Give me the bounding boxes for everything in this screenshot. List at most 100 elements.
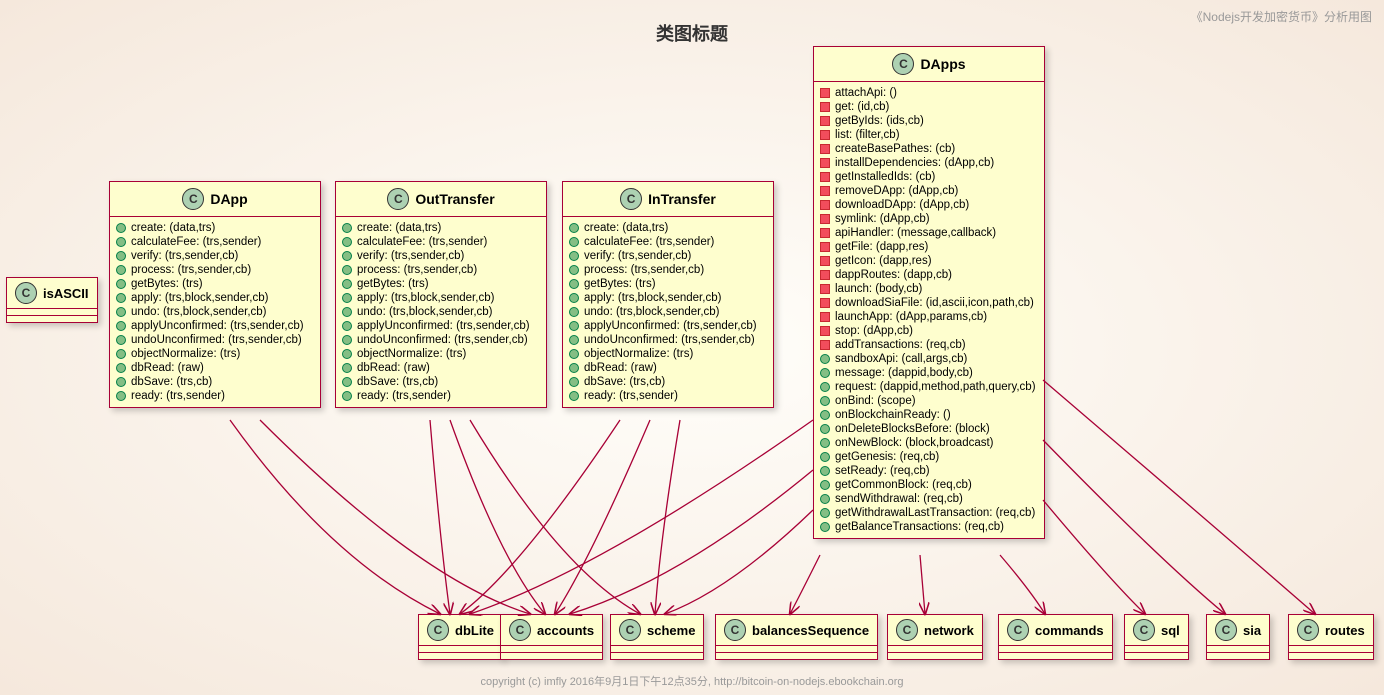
member-signature: undoUnconfirmed: (trs,sender,cb) xyxy=(584,334,755,346)
member-signature: applyUnconfirmed: (trs,sender,cb) xyxy=(584,320,757,332)
member-row: sendWithdrawal: (req,cb) xyxy=(820,492,1038,506)
public-icon xyxy=(820,396,830,406)
member-signature: process: (trs,sender,cb) xyxy=(357,264,477,276)
private-icon xyxy=(820,158,830,168)
public-icon xyxy=(116,307,126,317)
class-isASCII: CisASCII xyxy=(6,277,98,323)
class-name: scheme xyxy=(647,623,695,638)
member-row: getBytes: (trs) xyxy=(116,277,314,291)
public-icon xyxy=(342,237,352,247)
member-signature: process: (trs,sender,cb) xyxy=(584,264,704,276)
member-signature: downloadDApp: (dApp,cb) xyxy=(835,199,969,211)
member-row: applyUnconfirmed: (trs,sender,cb) xyxy=(116,319,314,333)
member-row: undo: (trs,block,sender,cb) xyxy=(342,305,540,319)
member-signature: calculateFee: (trs,sender) xyxy=(584,236,714,248)
member-row: applyUnconfirmed: (trs,sender,cb) xyxy=(569,319,767,333)
public-icon xyxy=(342,349,352,359)
public-icon xyxy=(342,265,352,275)
member-signature: removeDApp: (dApp,cb) xyxy=(835,185,958,197)
class-InTransfer: CInTransfer create: (data,trs)calculateF… xyxy=(562,181,774,408)
member-signature: undoUnconfirmed: (trs,sender,cb) xyxy=(357,334,528,346)
member-signature: getBytes: (trs) xyxy=(584,278,656,290)
public-icon xyxy=(820,522,830,532)
member-row: symlink: (dApp,cb) xyxy=(820,212,1038,226)
public-icon xyxy=(569,391,579,401)
private-icon xyxy=(820,186,830,196)
member-signature: process: (trs,sender,cb) xyxy=(131,264,251,276)
public-icon xyxy=(116,265,126,275)
class-name: InTransfer xyxy=(648,191,716,207)
member-signature: create: (data,trs) xyxy=(131,222,215,234)
public-icon xyxy=(820,508,830,518)
class-name: commands xyxy=(1035,623,1104,638)
member-row: dbSave: (trs,cb) xyxy=(116,375,314,389)
private-icon xyxy=(820,200,830,210)
public-icon xyxy=(116,377,126,387)
member-signature: stop: (dApp,cb) xyxy=(835,325,913,337)
diagram-title: 类图标题 xyxy=(656,20,728,46)
member-signature: ready: (trs,sender) xyxy=(584,390,678,402)
member-row: process: (trs,sender,cb) xyxy=(116,263,314,277)
public-icon xyxy=(569,321,579,331)
class-icon: C xyxy=(724,619,746,641)
member-signature: getIcon: (dapp,res) xyxy=(835,255,932,267)
class-icon: C xyxy=(1297,619,1319,641)
member-signature: get: (id,cb) xyxy=(835,101,889,113)
member-signature: create: (data,trs) xyxy=(357,222,441,234)
member-row: setReady: (req,cb) xyxy=(820,464,1038,478)
public-icon xyxy=(342,363,352,373)
public-icon xyxy=(820,410,830,420)
member-row: dappRoutes: (dapp,cb) xyxy=(820,268,1038,282)
member-row: getFile: (dapp,res) xyxy=(820,240,1038,254)
member-row: verify: (trs,sender,cb) xyxy=(342,249,540,263)
member-signature: attachApi: () xyxy=(835,87,897,99)
member-signature: getWithdrawalLastTransaction: (req,cb) xyxy=(835,507,1035,519)
public-icon xyxy=(116,363,126,373)
member-row: applyUnconfirmed: (trs,sender,cb) xyxy=(342,319,540,333)
private-icon xyxy=(820,242,830,252)
member-signature: downloadSiaFile: (id,ascii,icon,path,cb) xyxy=(835,297,1034,309)
member-row: calculateFee: (trs,sender) xyxy=(116,235,314,249)
private-icon xyxy=(820,228,830,238)
class-icon: C xyxy=(892,53,914,75)
class-network: Cnetwork xyxy=(887,614,983,660)
member-signature: request: (dappid,method,path,query,cb) xyxy=(835,381,1036,393)
member-row: downloadSiaFile: (id,ascii,icon,path,cb) xyxy=(820,296,1038,310)
class-accounts: Caccounts xyxy=(500,614,603,660)
member-signature: onBlockchainReady: () xyxy=(835,409,951,421)
class-name: dbLite xyxy=(455,623,494,638)
public-icon xyxy=(116,237,126,247)
class-icon: C xyxy=(1215,619,1237,641)
member-row: getBalanceTransactions: (req,cb) xyxy=(820,520,1038,534)
member-row: getBytes: (trs) xyxy=(342,277,540,291)
class-DApps: CDApps attachApi: ()get: (id,cb)getByIds… xyxy=(813,46,1045,539)
member-row: getBytes: (trs) xyxy=(569,277,767,291)
member-row: dbSave: (trs,cb) xyxy=(569,375,767,389)
member-row: verify: (trs,sender,cb) xyxy=(569,249,767,263)
class-name: balancesSequence xyxy=(752,623,869,638)
public-icon xyxy=(116,251,126,261)
member-row: launchApp: (dApp,params,cb) xyxy=(820,310,1038,324)
member-row: dbRead: (raw) xyxy=(342,361,540,375)
public-icon xyxy=(820,424,830,434)
member-signature: dbSave: (trs,cb) xyxy=(131,376,212,388)
public-icon xyxy=(820,452,830,462)
public-icon xyxy=(569,307,579,317)
member-signature: dbRead: (raw) xyxy=(357,362,430,374)
class-scheme: Cscheme xyxy=(610,614,704,660)
member-signature: dbSave: (trs,cb) xyxy=(357,376,438,388)
class-commands: Ccommands xyxy=(998,614,1113,660)
class-icon: C xyxy=(896,619,918,641)
class-icon: C xyxy=(15,282,37,304)
member-signature: calculateFee: (trs,sender) xyxy=(131,236,261,248)
public-icon xyxy=(116,335,126,345)
member-row: get: (id,cb) xyxy=(820,100,1038,114)
private-icon xyxy=(820,270,830,280)
member-signature: objectNormalize: (trs) xyxy=(584,348,693,360)
class-name: sql xyxy=(1161,623,1180,638)
class-icon: C xyxy=(182,188,204,210)
member-signature: getBytes: (trs) xyxy=(357,278,429,290)
class-routes: Croutes xyxy=(1288,614,1374,660)
member-signature: calculateFee: (trs,sender) xyxy=(357,236,487,248)
member-row: attachApi: () xyxy=(820,86,1038,100)
